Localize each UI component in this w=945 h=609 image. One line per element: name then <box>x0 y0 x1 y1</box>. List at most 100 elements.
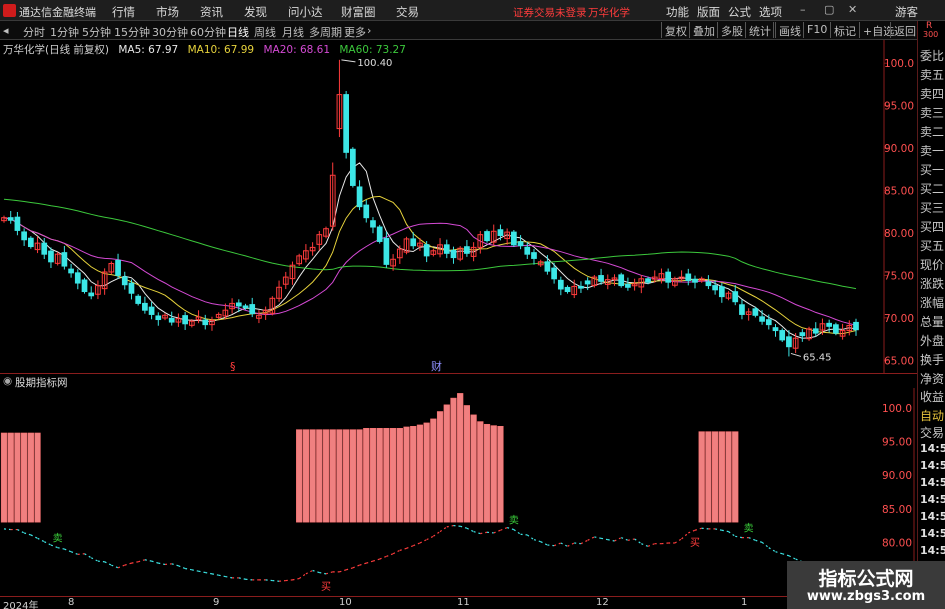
candle-body <box>584 280 591 285</box>
period-tab-month[interactable]: 月线 <box>282 24 304 40</box>
period-tab-fenshi[interactable]: 分时 <box>23 24 45 40</box>
indicator-line-segment <box>647 543 655 547</box>
indicator-tick-label: 90.00 <box>882 470 912 482</box>
time-label-dec: 12 <box>596 597 609 608</box>
button-mark[interactable]: 标记 <box>830 22 859 38</box>
button-draw-line[interactable]: 画线 <box>775 22 804 38</box>
time-label-sep: 9 <box>213 597 220 608</box>
indicator-bar <box>34 432 41 523</box>
indicator-line-segment <box>553 542 562 547</box>
indicator-line-segment <box>84 553 92 559</box>
site-watermark: 指标公式网 www.zbgs3.com <box>787 561 945 609</box>
indicator-line-segment <box>567 542 575 547</box>
candle-body <box>88 292 95 297</box>
indicator-line-segment <box>473 531 481 535</box>
candle-body <box>739 304 745 315</box>
menu-item-market[interactable]: 市场 <box>156 4 179 20</box>
period-tab-60min[interactable]: 60分钟 <box>190 24 226 40</box>
app-logo-icon <box>3 4 16 17</box>
period-tab-more[interactable]: 更多 <box>344 24 366 40</box>
period-tab-5min[interactable]: 5分钟 <box>82 24 111 40</box>
candle-body <box>799 332 806 337</box>
indicator-bar <box>416 424 424 523</box>
indicator-line-segment <box>560 542 568 547</box>
minimize-icon[interactable]: – <box>800 3 806 16</box>
candle-body <box>712 285 718 291</box>
button-back[interactable]: 返回 <box>890 22 919 38</box>
indicator-line-segment <box>460 525 468 529</box>
period-tab-day[interactable]: 日线 <box>227 24 249 40</box>
indicator-header: ◉ 股期指标网 <box>0 373 917 389</box>
period-tab-15min[interactable]: 15分钟 <box>114 24 150 40</box>
panel-row: 14:56 <box>920 544 945 557</box>
button-f10[interactable]: F10 <box>803 22 830 38</box>
login-notice[interactable]: 证券交易未登录 <box>513 5 587 20</box>
menu-item-ask[interactable]: 问小达 <box>288 4 323 20</box>
menu-item-quotes[interactable]: 行情 <box>112 4 135 20</box>
period-tab-week[interactable]: 周线 <box>254 24 276 40</box>
more-chevron-icon[interactable]: › <box>367 24 371 37</box>
indicator-line-segment <box>138 559 146 563</box>
candle-body <box>410 238 417 247</box>
indicator-bar <box>302 429 309 523</box>
sell-signal-label: 卖 <box>509 515 519 527</box>
close-icon[interactable]: ✕ <box>848 3 857 16</box>
candle-body <box>249 304 256 315</box>
panel-row: 卖三 <box>920 106 945 120</box>
indicator-line-segment <box>688 529 696 534</box>
button-fuquan[interactable]: 复权 <box>661 22 690 38</box>
indicator-bar <box>389 428 397 523</box>
ma10-line <box>3 195 857 335</box>
indicator-line-segment <box>272 579 280 582</box>
candle-body <box>598 275 604 282</box>
time-label-nov: 11 <box>457 597 470 608</box>
ma20-line <box>3 217 857 326</box>
indicator-line-segment <box>715 528 722 531</box>
menu-item-options[interactable]: 选项 <box>759 4 782 20</box>
indicator-bar <box>376 428 383 523</box>
indicator-line-segment <box>453 524 461 527</box>
menu-item-wealth[interactable]: 财富圈 <box>341 4 376 20</box>
menu-item-formula[interactable]: 公式 <box>728 4 751 20</box>
panel-row: 买三 <box>920 201 945 215</box>
indicator-bar <box>27 432 34 523</box>
indicator-bar <box>477 421 484 523</box>
indicator-line-segment <box>111 564 119 569</box>
low-label: 65.45 <box>803 352 832 363</box>
menu-item-news[interactable]: 资讯 <box>200 4 223 20</box>
button-multi-stock[interactable]: 多股 <box>717 22 746 38</box>
menu-item-discover[interactable]: 发现 <box>244 4 267 20</box>
indicator-line-segment <box>305 569 313 575</box>
indicator-line-segment <box>574 542 582 545</box>
period-tab-30min[interactable]: 30分钟 <box>152 24 188 40</box>
period-tab-1min[interactable]: 1分钟 <box>50 24 79 40</box>
guest-label[interactable]: 游客 <box>895 4 918 20</box>
indicator-line-segment <box>419 539 427 544</box>
indicator-line-segment <box>721 529 729 533</box>
indicator-chart[interactable]: 卖买卖买卖买卖买卖 100.095.0090.0085.0080.0075.00 <box>0 388 917 596</box>
panel-row: 14:56 <box>920 527 945 540</box>
indicator-line-segment <box>158 562 166 566</box>
buy-signal-label: 买 <box>690 537 700 549</box>
indicator-circle-icon[interactable]: ◉ <box>3 375 12 387</box>
indicator-line-segment <box>587 536 595 541</box>
panel-row: 卖四 <box>920 87 945 101</box>
indicator-bar <box>343 429 350 523</box>
period-tab-multi[interactable]: 多周期 <box>309 24 342 40</box>
indicator-line-segment <box>513 529 521 535</box>
button-overlay[interactable]: 叠加 <box>689 22 718 38</box>
indicator-line-segment <box>70 551 79 555</box>
menu-item-function[interactable]: 功能 <box>666 4 689 20</box>
toolbar-back-icon[interactable]: ◂ <box>3 24 9 37</box>
candlestick-chart[interactable]: 100.0 95.00 90.00 85.00 80.00 75.00 70.00 65.00… <box>0 40 917 373</box>
menu-item-layout[interactable]: 版面 <box>697 4 720 20</box>
candle-body <box>370 220 376 228</box>
restore-icon[interactable]: ▢ <box>824 3 834 16</box>
indicator-line-segment <box>352 564 360 569</box>
menu-item-trade[interactable]: 交易 <box>396 4 419 20</box>
indicator-line-segment <box>681 532 689 540</box>
panel-row: 14:56 <box>920 476 945 489</box>
indicator-bar <box>356 429 363 523</box>
indicator-line-segment <box>178 565 186 570</box>
button-statistics[interactable]: 统计 <box>745 22 774 38</box>
